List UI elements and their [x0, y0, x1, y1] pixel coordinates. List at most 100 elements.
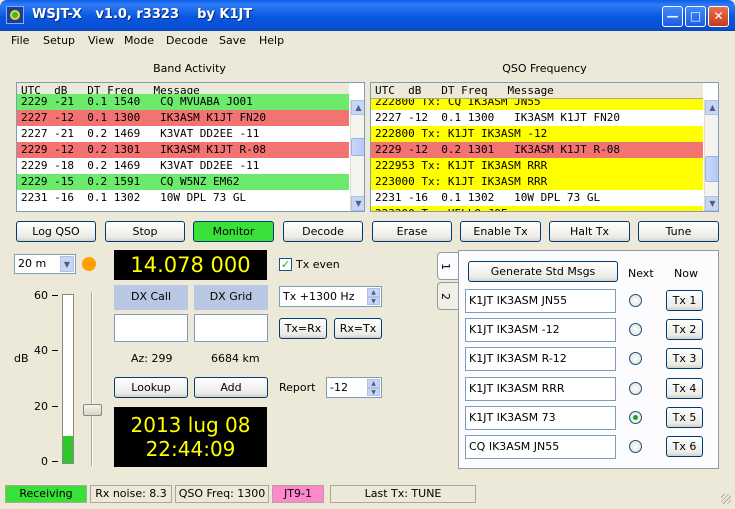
rx-eq-tx-button[interactable]: Rx=Tx — [334, 318, 382, 339]
menu-help[interactable]: Help — [259, 34, 284, 47]
gain-slider-handle[interactable] — [83, 404, 102, 416]
spin-arrows-icon[interactable]: ▲ ▼ — [367, 288, 380, 305]
dx-grid-input[interactable] — [194, 314, 268, 342]
meter-tick-mark — [52, 461, 58, 462]
tx-frequency-spinbox[interactable]: Tx +1300 Hz ▲ ▼ — [279, 286, 382, 307]
band-activity-scrollbar[interactable]: ▲ ▼ — [350, 100, 364, 211]
gain-slider-track[interactable] — [91, 292, 93, 466]
next-radio-1[interactable] — [629, 294, 642, 307]
minimize-button[interactable]: — — [662, 6, 683, 27]
meter-tick-mark — [52, 350, 58, 351]
add-button[interactable]: Add — [194, 377, 268, 398]
tab-1[interactable]: 1 — [437, 252, 459, 280]
scroll-down-arrow-icon[interactable]: ▼ — [351, 196, 364, 211]
table-row[interactable]: 2229 -15 0.2 1591 CQ W5NZ EM62 — [17, 174, 349, 190]
table-row[interactable]: 2231 -16 0.1 1302 10W DPL 73 GL — [371, 190, 703, 206]
tx-even-checkbox[interactable]: ✓ — [279, 258, 292, 271]
tx-now-button-4[interactable]: Tx 4 — [666, 377, 703, 399]
menu-save[interactable]: Save — [219, 34, 246, 47]
table-row[interactable]: 2229 -12 0.2 1301 IK3ASM K1JT R-08 — [17, 142, 349, 158]
table-row[interactable]: 2227 -12 0.1 1300 IK3ASM K1JT FN20 — [17, 110, 349, 126]
menu-decode[interactable]: Decode — [166, 34, 208, 47]
menu-file[interactable]: File — [11, 34, 29, 47]
menu-setup[interactable]: Setup — [43, 34, 75, 47]
next-radio-5[interactable] — [629, 410, 642, 424]
table-row[interactable]: 222800 Tx: K1JT IK3ASM -12 — [371, 126, 703, 142]
now-column-label: Now — [674, 267, 698, 280]
table-row[interactable]: 2229 -12 0.2 1301 IK3ASM K1JT R-08 — [371, 142, 703, 158]
tx-now-button-1[interactable]: Tx 1 — [666, 290, 703, 311]
decode-button[interactable]: Decode — [283, 221, 363, 242]
erase-button[interactable]: Erase — [372, 221, 452, 242]
message-input-2[interactable]: K1JT IK3ASM -12 — [465, 318, 616, 343]
menu-bar: File Setup View Mode Decode Save Help — [0, 31, 735, 50]
status-qso-freq: QSO Freq: 1300 — [175, 485, 269, 503]
utc-clock: 2013 lug 08 22:44:09 — [114, 407, 267, 467]
table-row[interactable]: 223000 Tx: K1JT IK3ASM RRR — [371, 174, 703, 190]
qso-frequency-label: QSO Frequency — [502, 62, 587, 75]
message-input-6[interactable]: CQ IK3ASM JN55 — [465, 435, 616, 459]
scroll-thumb[interactable] — [351, 138, 364, 156]
table-row[interactable]: 2229 -21 0.1 1540 CQ MVUABA JO01 — [17, 94, 349, 110]
next-radio-3[interactable] — [629, 352, 642, 366]
tab-2[interactable]: 2 — [437, 282, 459, 310]
halt-tx-button[interactable]: Halt Tx — [549, 221, 630, 242]
chevron-down-icon[interactable]: ▼ — [60, 256, 74, 272]
scroll-thumb[interactable] — [705, 156, 718, 182]
message-input-3[interactable]: K1JT IK3ASM R-12 — [465, 347, 616, 372]
qso-frequency-header-overlay: UTC dB DT Freq Message — [371, 83, 703, 99]
tx-now-button-5[interactable]: Tx 5 — [666, 406, 703, 428]
tx-now-button-6[interactable]: Tx 6 — [666, 436, 703, 457]
distance-text: 6684 km — [211, 352, 260, 365]
log-qso-button[interactable]: Log QSO — [16, 221, 96, 242]
clock-time: 22:44:09 — [145, 437, 236, 461]
table-row[interactable]: 223200 Tx: HELLO JOE — [371, 206, 703, 211]
table-row[interactable]: 2231 -16 0.1 1302 10W DPL 73 GL — [17, 190, 349, 206]
monitor-button[interactable]: Monitor — [193, 221, 274, 242]
meter-tick-mark — [52, 406, 58, 407]
scroll-up-arrow-icon[interactable]: ▲ — [351, 100, 364, 115]
generate-std-msgs-button[interactable]: Generate Std Msgs — [468, 261, 618, 282]
report-label: Report — [279, 381, 316, 394]
resize-grip-icon[interactable] — [721, 494, 731, 504]
menu-view[interactable]: View — [88, 34, 114, 47]
meter-tick-label: 0 — [41, 455, 48, 468]
close-button[interactable]: ✕ — [708, 6, 729, 27]
table-row[interactable]: 2229 -18 0.2 1469 K3VAT DD2EE -11 — [17, 158, 349, 174]
enable-tx-button[interactable]: Enable Tx — [460, 221, 541, 242]
tx-eq-rx-button[interactable]: Tx=Rx — [279, 318, 327, 339]
tx-now-button-3[interactable]: Tx 3 — [666, 348, 703, 370]
band-select[interactable]: 20 m ▼ — [14, 254, 76, 274]
tab-1-label: 1 — [439, 263, 452, 270]
stop-button[interactable]: Stop — [105, 221, 185, 242]
scroll-down-arrow-icon[interactable]: ▼ — [705, 196, 718, 211]
qso-frequency-scrollbar[interactable]: ▲ ▼ — [704, 100, 718, 211]
message-input-1[interactable]: K1JT IK3ASM JN55 — [465, 289, 616, 313]
title-bar[interactable]: WSJT-X v1.0, r3323 by K1JT — □ ✕ — [0, 0, 735, 31]
tune-button[interactable]: Tune — [638, 221, 719, 242]
status-rx-noise: Rx noise: 8.3 — [90, 485, 172, 503]
table-row[interactable]: 2227 -21 0.2 1469 K3VAT DD2EE -11 — [17, 126, 349, 142]
next-column-label: Next — [628, 267, 654, 280]
spin-arrows-icon[interactable]: ▲ ▼ — [367, 379, 380, 396]
table-row[interactable]: 2227 -12 0.1 1300 IK3ASM K1JT FN20 — [371, 110, 703, 126]
next-radio-6[interactable] — [629, 440, 642, 453]
signal-meter-fill — [63, 436, 73, 463]
message-input-4[interactable]: K1JT IK3ASM RRR — [465, 376, 616, 401]
tx-now-button-2[interactable]: Tx 2 — [666, 319, 703, 341]
qso-frequency-table[interactable]: UTC dB DT Freq Message 222800 Tx: CQ IK3… — [370, 82, 719, 212]
next-radio-4[interactable] — [629, 381, 642, 395]
menu-mode[interactable]: Mode — [124, 34, 154, 47]
dx-call-input[interactable] — [114, 314, 188, 342]
message-input-5[interactable]: K1JT IK3ASM 73 — [465, 405, 616, 430]
next-radio-2[interactable] — [629, 323, 642, 337]
report-spinbox[interactable]: -12 ▲ ▼ — [326, 377, 382, 398]
table-row[interactable]: 222953 Tx: K1JT IK3ASM RRR — [371, 158, 703, 174]
band-activity-table[interactable]: UTC dB DT Freq Message 2229 -21 0.1 1540… — [16, 82, 365, 212]
maximize-button[interactable]: □ — [685, 6, 706, 27]
lookup-button[interactable]: Lookup — [114, 377, 188, 398]
status-mode-badge: JT9-1 — [272, 485, 324, 503]
scroll-up-arrow-icon[interactable]: ▲ — [705, 100, 718, 115]
app-icon — [6, 6, 24, 24]
band-activity-rows: 2229 -21 0.1 1540 CQ MVUABA JO01 2227 -12… — [17, 94, 349, 206]
